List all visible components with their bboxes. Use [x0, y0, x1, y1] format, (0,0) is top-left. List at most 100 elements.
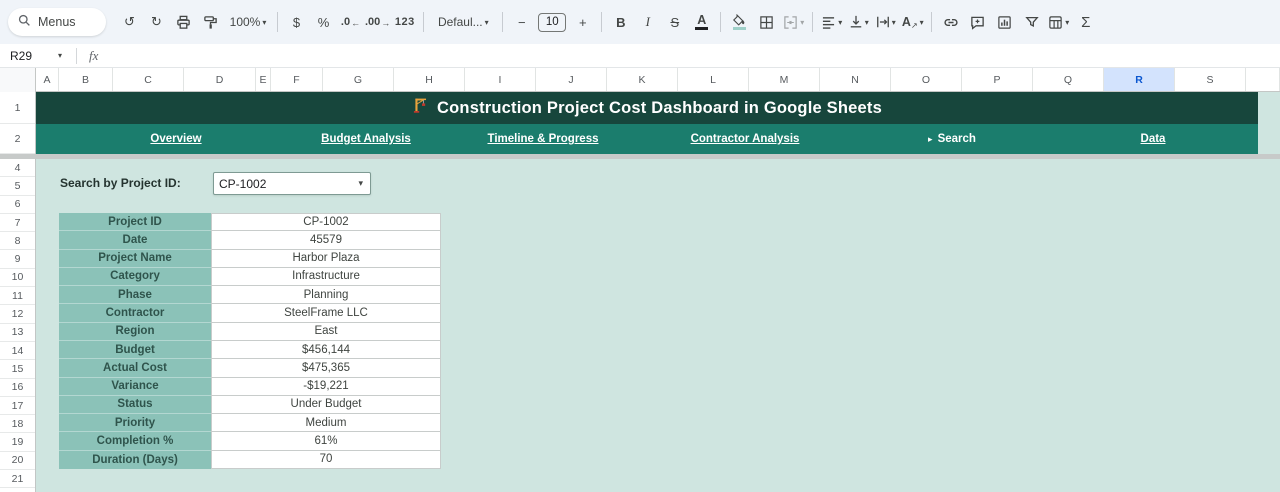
- row-header-19[interactable]: 19: [0, 434, 35, 452]
- column-header-h[interactable]: H: [394, 68, 465, 91]
- text-wrapping-button[interactable]: ▾: [873, 9, 898, 35]
- nav-link-contractor-analysis[interactable]: Contractor Analysis: [691, 124, 800, 154]
- column-header-e[interactable]: E: [256, 68, 271, 91]
- text-rotation-button[interactable]: A ↗ ▾: [900, 9, 925, 35]
- font-selector[interactable]: Defaul... ▾: [430, 9, 496, 35]
- column-header-s[interactable]: S: [1175, 68, 1246, 91]
- table-views-button[interactable]: ▾: [1046, 9, 1071, 35]
- format-currency-button[interactable]: $: [284, 9, 309, 35]
- column-header-p[interactable]: P: [962, 68, 1033, 91]
- column-header-c[interactable]: C: [113, 68, 184, 91]
- field-value[interactable]: Infrastructure: [211, 267, 441, 287]
- text-color-button[interactable]: A: [689, 9, 714, 35]
- column-header-l[interactable]: L: [678, 68, 749, 91]
- decrease-decimal-button[interactable]: .0 ←: [338, 9, 363, 35]
- column-header-o[interactable]: O: [891, 68, 962, 91]
- row-header-18[interactable]: 18: [0, 415, 35, 434]
- row-header-20[interactable]: 20: [0, 452, 35, 471]
- column-header-j[interactable]: J: [536, 68, 607, 91]
- row-header-16[interactable]: 16: [0, 379, 35, 397]
- print-button[interactable]: [171, 9, 196, 35]
- field-value[interactable]: 61%: [211, 432, 441, 451]
- zoom-control[interactable]: 100% ▾: [225, 9, 271, 35]
- row-header-2[interactable]: 2: [0, 124, 35, 154]
- row-header-9[interactable]: 9: [0, 251, 35, 269]
- fill-color-button[interactable]: [727, 9, 752, 35]
- undo-button[interactable]: ↺: [117, 9, 142, 35]
- field-value[interactable]: Under Budget: [211, 395, 441, 415]
- vertical-align-button[interactable]: ▾: [846, 9, 871, 35]
- column-header-r-selected[interactable]: R: [1104, 68, 1175, 91]
- column-header-a[interactable]: A: [36, 68, 59, 91]
- bold-button[interactable]: B: [608, 9, 633, 35]
- row-header-8[interactable]: 8: [0, 232, 35, 251]
- field-value[interactable]: $475,365: [211, 359, 441, 378]
- paint-format-button[interactable]: [198, 9, 223, 35]
- borders-button[interactable]: [754, 9, 779, 35]
- field-value[interactable]: Harbor Plaza: [211, 249, 441, 268]
- column-header-b[interactable]: B: [59, 68, 113, 91]
- row-header-15[interactable]: 15: [0, 360, 35, 379]
- field-value[interactable]: -$19,221: [211, 377, 441, 396]
- field-value[interactable]: $456,144: [211, 340, 441, 360]
- frozen-rows-divider[interactable]: [0, 154, 1280, 159]
- horizontal-align-button[interactable]: ▾: [819, 9, 844, 35]
- field-value[interactable]: 45579: [211, 231, 441, 250]
- row-header-13[interactable]: 13: [0, 324, 35, 342]
- field-value[interactable]: Medium: [211, 414, 441, 433]
- field-value[interactable]: Planning: [211, 286, 441, 305]
- chevron-down-icon: ▾: [262, 17, 267, 27]
- select-all-corner[interactable]: [0, 68, 36, 92]
- nav-link-budget-analysis[interactable]: Budget Analysis: [321, 124, 411, 154]
- nav-link-data[interactable]: Data: [1141, 124, 1166, 154]
- row-header-11[interactable]: 11: [0, 287, 35, 306]
- row-header-7[interactable]: 7: [0, 214, 35, 233]
- row-header-6[interactable]: 6: [0, 196, 35, 214]
- menus-search-pill[interactable]: Menus: [8, 8, 106, 36]
- column-header-m[interactable]: M: [749, 68, 820, 91]
- format-percent-button[interactable]: %: [311, 9, 336, 35]
- row-header-14[interactable]: 14: [0, 342, 35, 361]
- create-filter-button[interactable]: [1019, 9, 1044, 35]
- row-header-1[interactable]: 1: [0, 92, 35, 124]
- increase-decimal-button[interactable]: .00 →: [365, 9, 390, 35]
- functions-button[interactable]: Σ: [1073, 9, 1098, 35]
- nav-link-timeline-progress[interactable]: Timeline & Progress: [488, 124, 599, 154]
- insert-link-button[interactable]: [938, 9, 963, 35]
- name-box[interactable]: R29: [0, 49, 58, 63]
- row-header-4[interactable]: 4: [0, 159, 35, 178]
- field-value[interactable]: CP-1002: [211, 213, 441, 232]
- column-header-n[interactable]: N: [820, 68, 891, 91]
- row-header-17[interactable]: 17: [0, 397, 35, 416]
- column-header-g[interactable]: G: [323, 68, 394, 91]
- chevron-down-icon[interactable]: ▾: [58, 51, 72, 60]
- column-header-f[interactable]: F: [271, 68, 323, 91]
- strikethrough-button[interactable]: S: [662, 9, 687, 35]
- column-header-k[interactable]: K: [607, 68, 678, 91]
- sheet-canvas[interactable]: 1 2 4 5 6 7 8 9 10 11 12 13 14 15 16 17 …: [0, 92, 1280, 492]
- field-label: Priority: [59, 414, 211, 433]
- field-value[interactable]: SteelFrame LLC: [211, 304, 441, 323]
- project-id-dropdown[interactable]: CP-1002 ▾: [213, 172, 371, 195]
- row-header-12[interactable]: 12: [0, 305, 35, 324]
- increase-font-size-button[interactable]: +: [570, 9, 595, 35]
- row-header-5[interactable]: 5: [0, 177, 35, 196]
- insert-comment-button[interactable]: [965, 9, 990, 35]
- field-label: Date: [59, 231, 211, 250]
- column-header-i[interactable]: I: [465, 68, 536, 91]
- italic-button[interactable]: I: [635, 9, 660, 35]
- row-header-10[interactable]: 10: [0, 269, 35, 288]
- nav-link-overview[interactable]: Overview: [150, 124, 201, 154]
- column-header-q[interactable]: Q: [1033, 68, 1104, 91]
- row-header-21[interactable]: 21: [0, 470, 35, 489]
- field-value[interactable]: 70: [211, 450, 441, 469]
- nav-item-search-current[interactable]: ▸ Search: [928, 124, 976, 154]
- more-formats-button[interactable]: 123: [392, 9, 417, 35]
- column-header-partial[interactable]: [1246, 68, 1280, 91]
- font-size-input[interactable]: 10: [538, 12, 567, 32]
- insert-chart-button[interactable]: [992, 9, 1017, 35]
- decrease-font-size-button[interactable]: −: [509, 9, 534, 35]
- column-header-d[interactable]: D: [184, 68, 256, 91]
- field-value[interactable]: East: [211, 322, 441, 341]
- redo-button[interactable]: ↻: [144, 9, 169, 35]
